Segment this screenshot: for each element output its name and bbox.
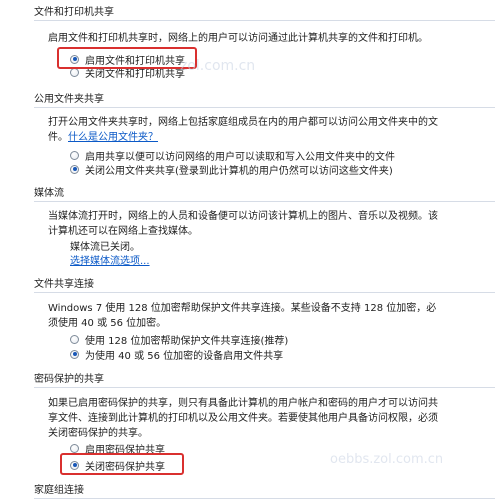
section-description: 打开公用文件夹共享时，网络上包括家庭组成员在内的用户都可以访问公用文件夹中的文件… [48, 115, 443, 145]
radio-enable-public-folder-sharing[interactable]: 启用共享以便可以访问网络的用户可以读取和写入公用文件夹中的文件 [70, 149, 395, 163]
highlight-annotation [60, 453, 184, 475]
section-description: 如果已启用密码保护的共享，则只有具备此计算机的用户帐户和密码的用户才可以访问共享… [48, 398, 438, 439]
watermark-text: oebbs.zol.com.cn [330, 452, 444, 467]
media-streaming-status: 媒体流已关闭。 [70, 242, 140, 253]
radio-label: 关闭公用文件夹共享(登录到此计算机的用户仍然可以访问这些文件夹) [85, 165, 393, 177]
media-streaming-options-container: 选择媒体流选项... [70, 254, 270, 269]
radio-label: 为使用 40 或 56 位加密的设备启用文件共享 [85, 350, 284, 362]
section-description: Windows 7 使用 128 位加密帮助保护文件共享连接。某些设备不支持 1… [48, 303, 437, 329]
section-header-public-folder-sharing: 公用文件夹共享 [34, 93, 495, 108]
radio-40-56-bit-encryption[interactable]: 为使用 40 或 56 位加密的设备启用文件共享 [70, 348, 284, 362]
radio-selected-icon [70, 164, 79, 174]
section-title: 公用文件夹共享 [34, 94, 104, 105]
radio-disable-public-folder-sharing[interactable]: 关闭公用文件夹共享(登录到此计算机的用户仍然可以访问这些文件夹) [70, 163, 393, 177]
section-header-password-protected-sharing: 密码保护的共享 [34, 373, 495, 388]
section-header-file-printer-sharing: 文件和打印机共享 [34, 6, 495, 21]
section-title: 家庭组连接 [34, 485, 84, 496]
section-header-file-sharing-connections: 文件共享连接 [34, 278, 495, 293]
highlight-annotation [57, 47, 197, 69]
radio-label: 使用 128 位加密帮助保护文件共享连接(推荐) [85, 335, 289, 347]
radio-label: 启用共享以便可以访问网络的用户可以读取和写入公用文件夹中的文件 [85, 151, 395, 163]
radio-selected-icon [70, 349, 79, 359]
what-is-public-folder-link[interactable]: 什么是公用文件夹？ [68, 132, 158, 143]
section-title: 媒体流 [34, 188, 64, 199]
radio-unselected-icon [70, 443, 79, 453]
section-description: 当媒体流打开时，网络上的人员和设备便可以访问该计算机上的图片、音乐以及视频。该计… [48, 211, 438, 237]
section-title: 文件和打印机共享 [34, 7, 114, 18]
radio-unselected-icon [70, 150, 79, 160]
radio-unselected-icon [70, 334, 79, 344]
choose-media-streaming-options-link[interactable]: 选择媒体流选项... [70, 256, 150, 267]
section-title: 文件共享连接 [34, 279, 94, 290]
section-title: 密码保护的共享 [34, 374, 104, 385]
radio-128-bit-encryption[interactable]: 使用 128 位加密帮助保护文件共享连接(推荐) [70, 333, 289, 347]
section-header-homegroup-connections: 家庭组连接 [34, 484, 495, 499]
section-header-media-streaming: 媒体流 [34, 187, 495, 202]
section-description: 启用文件和打印机共享时，网络上的用户可以访问通过此计算机共享的文件和打印机。 [48, 33, 428, 44]
